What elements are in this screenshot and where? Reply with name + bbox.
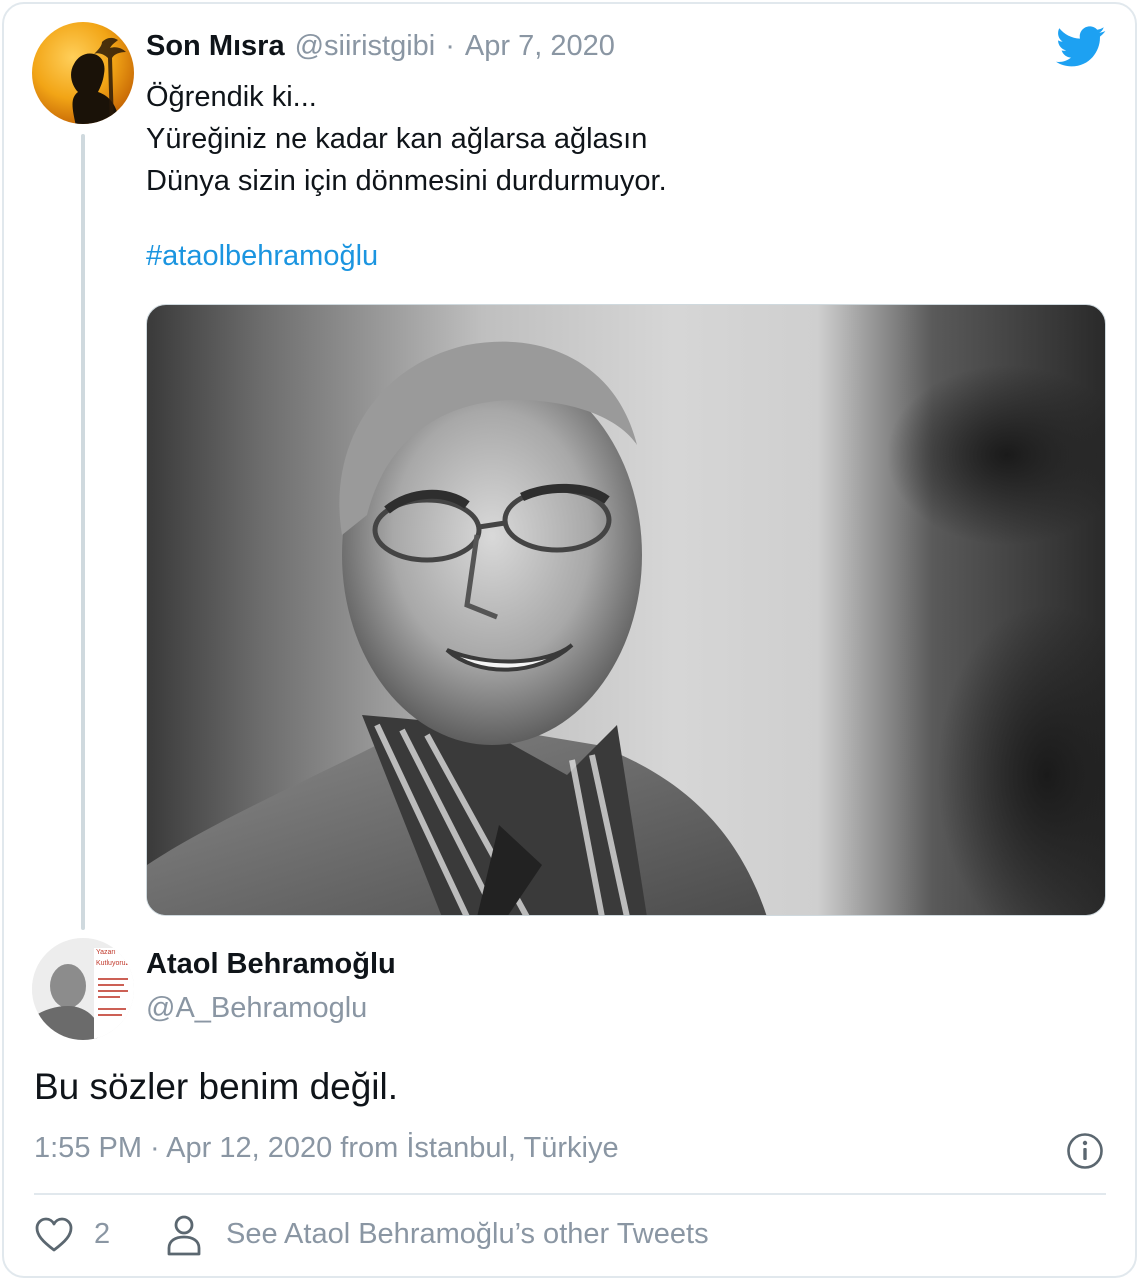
person-icon[interactable] [166,1214,202,1256]
heart-icon[interactable] [34,1216,74,1254]
svg-text:Yazarı: Yazarı [96,949,116,956]
quoted-author-handle[interactable]: @siiristgibi [295,30,436,63]
quoted-tweet-header: Son Mısra @siiristgibi · Apr 7, 2020 [146,30,615,66]
quoted-author-avatar[interactable] [32,22,134,124]
quoted-tweet-text: Öğrendik ki... Yüreğiniz ne kadar kan ağ… [146,76,1086,202]
see-other-tweets-link[interactable]: See Ataol Behramoğlu’s other Tweets [226,1218,709,1251]
svg-text:Kutluyoruz: Kutluyoruz [96,960,130,967]
main-author-avatar[interactable]: Yazarı Kutluyoruz [32,938,134,1040]
tweet-timestamp[interactable]: 1:55 PM · Apr 12, 2020 from İstanbul, Tü… [34,1132,619,1165]
main-author-handle[interactable]: @A_Behramoglu [146,992,367,1025]
thread-connector-line [81,134,85,930]
like-count[interactable]: 2 [94,1218,110,1251]
quoted-tweet-line: Dünya sizin için dönmesini durdurmuyor. [146,165,667,197]
tweet-photo[interactable] [146,304,1106,916]
quoted-tweet-line: Öğrendik ki... [146,81,317,113]
quoted-author-name[interactable]: Son Mısra [146,30,285,63]
main-author-name[interactable]: Ataol Behramoğlu [146,948,396,981]
hashtag-link[interactable]: #ataolbehramoğlu [146,240,378,273]
header-separator: · [445,30,455,62]
info-icon[interactable] [1066,1132,1104,1170]
action-divider [34,1193,1106,1195]
twitter-bird-icon[interactable] [1056,26,1106,68]
quoted-tweet-line: Yüreğiniz ne kadar kan ağlarsa ağlasın [146,123,648,155]
quoted-tweet-date[interactable]: Apr 7, 2020 [465,30,615,63]
main-tweet-text: Bu sözler benim değil. [34,1066,399,1107]
